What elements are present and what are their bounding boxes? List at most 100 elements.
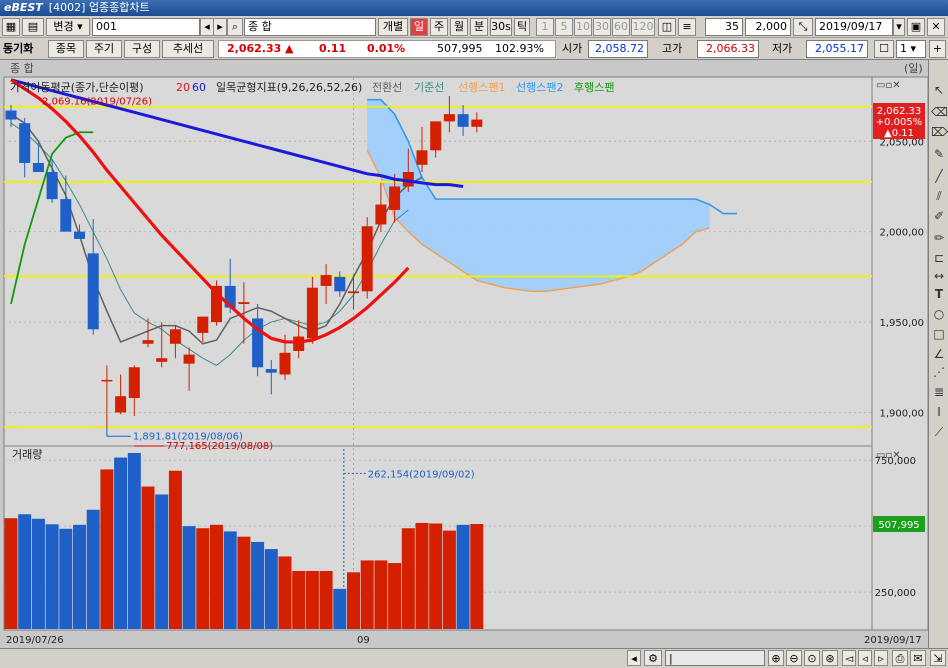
volume-bar [237, 536, 251, 629]
date-dropdown-icon[interactable]: ▾ [893, 18, 905, 36]
minute-opt-10[interactable]: 10 [574, 18, 592, 36]
plus-icon[interactable]: + [929, 40, 946, 58]
volume-bar [264, 549, 278, 629]
high-label: 고가 [662, 42, 683, 55]
erase-all-icon[interactable]: ⌦ [931, 124, 948, 140]
toggle-icon[interactable]: ◫ [658, 18, 676, 36]
volume-bar [442, 530, 456, 629]
channel-icon[interactable]: ⫽ [931, 188, 947, 204]
scroll-start-icon[interactable]: ◅ [842, 650, 856, 666]
zoom-in-icon[interactable]: ⊕ [768, 650, 784, 666]
unit-label: (일) [904, 61, 923, 75]
minute-opt-30[interactable]: 30 [593, 18, 611, 36]
levels-icon[interactable]: ≣ [931, 384, 947, 400]
candle-body [19, 123, 31, 163]
tab-tick[interactable]: 틱 [514, 18, 530, 36]
angle-icon[interactable]: ∠ [931, 346, 947, 362]
rectangle-icon[interactable]: □ [931, 326, 947, 342]
candle-body [5, 110, 17, 120]
fibonacci-icon[interactable]: ⊏ [931, 250, 947, 266]
pointer-icon[interactable]: ↖ [931, 82, 947, 98]
range-icon[interactable]: ↔ [931, 268, 947, 284]
date-start: 2019/07/26 [6, 635, 64, 646]
eraser-icon[interactable]: ⌫ [931, 104, 948, 120]
volume-bar [223, 531, 237, 629]
scroll-prev-icon[interactable]: ◃ [858, 650, 872, 666]
candle-body [471, 119, 483, 127]
fan-icon[interactable]: ⋰ [931, 364, 947, 380]
prev-code-icon[interactable]: ◂ [200, 18, 214, 36]
price-box-line: 2,062.33 [877, 106, 922, 117]
candle-body [375, 204, 387, 225]
code-input[interactable]: 001 [92, 18, 200, 36]
expand-icon[interactable]: ⇲ [930, 650, 946, 666]
volume-last-value: 507,995 [878, 520, 919, 531]
tab-minute[interactable]: 분 [470, 18, 488, 36]
checkbox-icon[interactable]: ☐ [874, 40, 894, 58]
candle-body [320, 275, 332, 286]
tab-week[interactable]: 주 [430, 18, 448, 36]
volume-bar [470, 524, 484, 629]
pen-icon[interactable]: ✎ [931, 146, 947, 162]
scroll-left-icon[interactable]: ◂ [627, 650, 641, 666]
volume-bar [86, 509, 100, 629]
tab-month[interactable]: 월 [450, 18, 468, 36]
change-dropdown[interactable]: 변경 ▾ [46, 18, 90, 36]
volume-ratio: 102.93% [495, 42, 544, 55]
count-input[interactable]: 35 [705, 18, 743, 36]
settings-icon[interactable]: ✉ [910, 650, 926, 666]
slider-icon[interactable]: ≡ [678, 18, 696, 36]
zoom-out-icon[interactable]: ⊖ [786, 650, 802, 666]
individual-button[interactable]: 개별 [378, 18, 408, 36]
refresh-icon[interactable]: ⤡ [793, 18, 813, 36]
date-input[interactable]: 2019/09/17 [815, 18, 893, 36]
print-icon[interactable]: ⎙ [892, 650, 908, 666]
gann-icon[interactable]: ⟋ [931, 424, 947, 440]
volume-bar [141, 486, 155, 629]
legend-ma60: 60 [192, 81, 206, 94]
zoom-slider[interactable]: | [665, 650, 765, 666]
line-icon[interactable]: ╱ [931, 168, 947, 184]
save-icon[interactable]: ▤ [22, 18, 44, 36]
total-input[interactable]: 2,000 [745, 18, 791, 36]
minute-opt-120[interactable]: 120 [631, 18, 655, 36]
minute-opt-1[interactable]: 1 [536, 18, 554, 36]
candle-body [416, 150, 428, 165]
minute-opt-5[interactable]: 5 [555, 18, 573, 36]
ellipse-icon[interactable]: ○ [931, 306, 947, 322]
zoom-fit-icon[interactable]: ⊙ [804, 650, 820, 666]
zoom-reset-icon[interactable]: ⊛ [822, 650, 838, 666]
btn-trendline[interactable]: 추세선 [162, 40, 214, 58]
layout-icon[interactable]: ▦ [2, 18, 20, 36]
close-icon[interactable]: ✕ [927, 18, 945, 36]
search-icon[interactable]: ⌕ [227, 18, 243, 36]
btn-stock[interactable]: 종목 [48, 40, 84, 58]
tab-30s[interactable]: 30s [490, 18, 512, 36]
page-select[interactable]: 1 ▾ [896, 40, 926, 58]
text-tool-icon[interactable]: T [931, 286, 947, 302]
candle-body [430, 121, 442, 151]
marker-icon[interactable]: ✐ [931, 208, 947, 224]
candle-body [32, 162, 44, 173]
candle-body [142, 340, 154, 344]
volume-bar [100, 469, 114, 629]
low-value: 2,055.17 [806, 40, 868, 58]
calendar-icon[interactable]: ▣ [907, 18, 925, 36]
highlighter-icon[interactable]: ✏ [931, 230, 947, 246]
btn-period[interactable]: 주기 [86, 40, 122, 58]
panel-ctrl-icons[interactable]: ▭▫✕ [876, 80, 901, 91]
tab-day[interactable]: 일 [410, 18, 428, 36]
scroll-next-icon[interactable]: ▹ [874, 650, 888, 666]
price-tick-label: 2,000,00 [879, 228, 924, 239]
candle-body [348, 291, 359, 294]
tool-icon[interactable]: ⚙ [644, 650, 662, 666]
quote-box: 2,062.33 ▲ 0.11 0.01% 507,995 102.93% [218, 40, 556, 58]
btn-config[interactable]: 구성 [124, 40, 160, 58]
cycle-icon[interactable]: I [931, 404, 947, 420]
volume-bar [18, 514, 32, 629]
minute-opt-60[interactable]: 60 [612, 18, 630, 36]
next-code-icon[interactable]: ▸ [213, 18, 227, 36]
volume-ctrl-icons[interactable]: ▭▫✕ [876, 450, 901, 461]
volume-bar [333, 588, 347, 629]
price-volume-chart[interactable]: 종 합 (일) 1,900,001,950,002,000,002,050,00… [0, 60, 929, 648]
